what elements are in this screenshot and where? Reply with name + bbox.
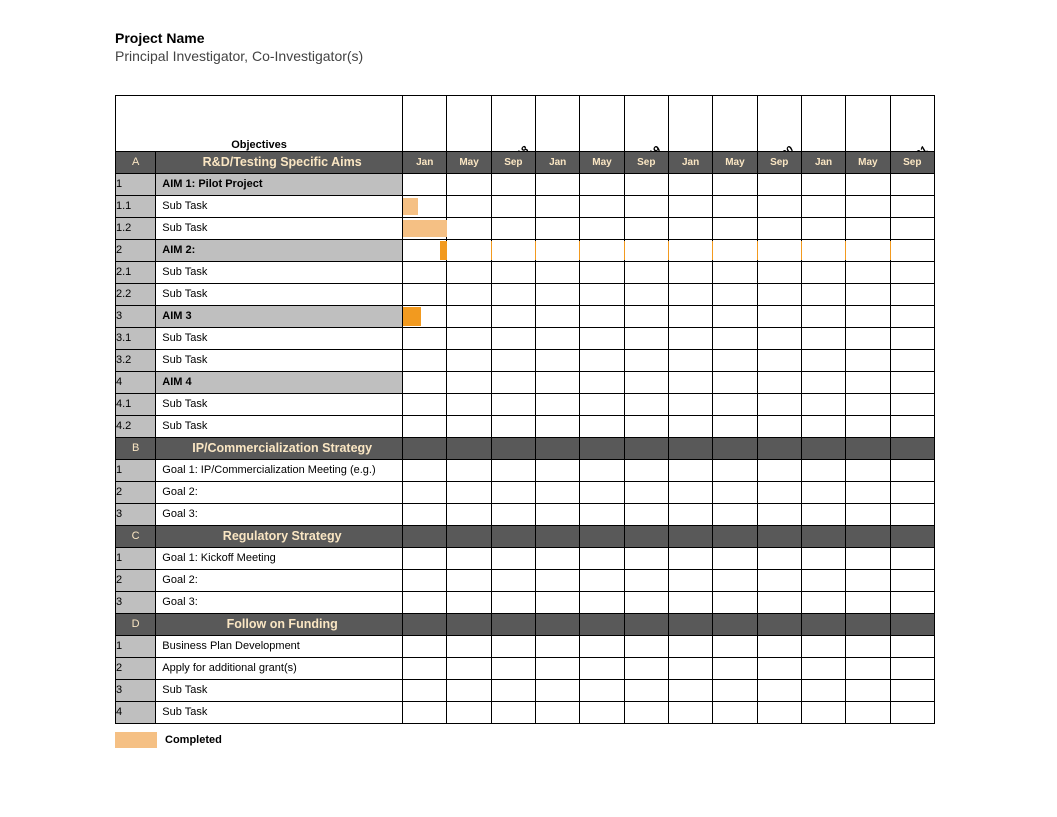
gantt-bar [403, 307, 421, 326]
page-title: Project Name [115, 30, 935, 47]
task-label: Goal 2: [156, 481, 403, 503]
objectives-header: Objectives [116, 95, 403, 151]
task-label: Sub Task [156, 349, 403, 371]
row-index: 3 [116, 679, 156, 701]
aim-label: AIM 2: [156, 239, 403, 261]
task-label: Goal 3: [156, 591, 403, 613]
month-header: May [580, 151, 624, 173]
row-index: 2 [116, 239, 156, 261]
row-index: 2 [116, 657, 156, 679]
row-index: 3 [116, 591, 156, 613]
legend-swatch-completed [115, 732, 157, 748]
task-label: Sub Task [156, 415, 403, 437]
month-header: Sep [757, 151, 801, 173]
month-header: Jan [668, 151, 712, 173]
task-label: Sub Task [156, 679, 403, 701]
section-title: Follow on Funding [156, 613, 403, 635]
legend: Completed [115, 732, 935, 748]
task-label: Sub Task [156, 393, 403, 415]
row-index: 1 [116, 459, 156, 481]
row-index: 2 [116, 481, 156, 503]
section-index: A [116, 151, 156, 173]
gantt-bar [403, 198, 418, 215]
row-index: 4 [116, 701, 156, 723]
aim-label: AIM 3 [156, 305, 403, 327]
task-label: Sub Task [156, 701, 403, 723]
task-label: Sub Task [156, 283, 403, 305]
row-index: 2 [116, 569, 156, 591]
task-label: Apply for additional grant(s) [156, 657, 403, 679]
row-index: 3 [116, 503, 156, 525]
row-index: 3.1 [116, 327, 156, 349]
month-header: Jan [801, 151, 845, 173]
page-subtitle: Principal Investigator, Co-Investigator(… [115, 47, 935, 65]
row-index: 4 [116, 371, 156, 393]
row-index: 3.2 [116, 349, 156, 371]
row-index: 4.1 [116, 393, 156, 415]
task-label: Sub Task [156, 217, 403, 239]
month-header: Jan [536, 151, 580, 173]
aim-label: AIM 4 [156, 371, 403, 393]
section-title: IP/Commercialization Strategy [156, 437, 403, 459]
task-label: Sub Task [156, 327, 403, 349]
month-header: Jan [403, 151, 447, 173]
task-label: Business Plan Development [156, 635, 403, 657]
task-label: Goal 2: [156, 569, 403, 591]
gantt-table: Objectives2018201920202021AR&D/Testing S… [115, 95, 935, 724]
month-header: May [447, 151, 491, 173]
section-index: C [116, 525, 156, 547]
row-index: 3 [116, 305, 156, 327]
month-header: Sep [890, 151, 934, 173]
task-label: Sub Task [156, 261, 403, 283]
month-header: Sep [491, 151, 535, 173]
section-index: D [116, 613, 156, 635]
task-label: Sub Task [156, 195, 403, 217]
month-header: May [846, 151, 890, 173]
month-header: May [713, 151, 757, 173]
aim-label: AIM 1: Pilot Project [156, 173, 403, 195]
row-index: 2.1 [116, 261, 156, 283]
row-index: 1.1 [116, 195, 156, 217]
row-index: 1.2 [116, 217, 156, 239]
row-index: 1 [116, 635, 156, 657]
legend-label-completed: Completed [165, 734, 222, 746]
task-label: Goal 1: Kickoff Meeting [156, 547, 403, 569]
task-label: Goal 3: [156, 503, 403, 525]
row-index: 2.2 [116, 283, 156, 305]
row-index: 1 [116, 547, 156, 569]
section-title: Regulatory Strategy [156, 525, 403, 547]
row-index: 1 [116, 173, 156, 195]
month-header: Sep [624, 151, 668, 173]
section-title: R&D/Testing Specific Aims [156, 151, 403, 173]
section-index: B [116, 437, 156, 459]
row-index: 4.2 [116, 415, 156, 437]
task-label: Goal 1: IP/Commercialization Meeting (e.… [156, 459, 403, 481]
